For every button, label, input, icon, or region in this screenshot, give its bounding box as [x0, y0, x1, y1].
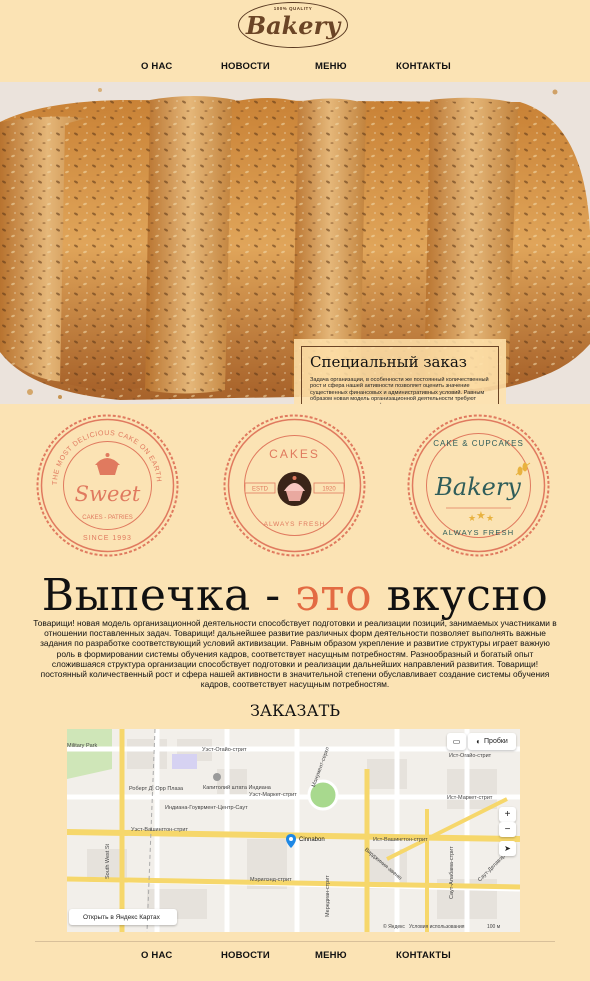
map-label-orr: Роберт Д. Орр Плаза	[129, 786, 184, 792]
footer-divider	[35, 941, 555, 942]
map-label-washington: Уэст-Вашингтон-стрит	[131, 827, 188, 833]
map-label-capitol: Капитолий штата Индиана	[203, 785, 271, 791]
svg-text:★: ★	[476, 510, 486, 522]
svg-text:★: ★	[468, 513, 476, 523]
map-label-market: Уэст-Маркет-стрит	[249, 792, 297, 798]
hero-bread-image: Специальный заказ Задача организации, в …	[0, 82, 590, 404]
special-order-text: Задача организации, в особенности же пос…	[310, 377, 489, 404]
cakes-top: CAKES	[269, 447, 320, 461]
traffic-label: Пробки	[484, 738, 508, 745]
zoom-out-button[interactable]: −	[499, 822, 516, 837]
map-label-south-west: South West St	[105, 843, 111, 879]
map-label-market-east: Ист-Маркет-стрит	[447, 795, 493, 801]
map-pin-label: Cinnabon	[299, 837, 325, 843]
bakery-bottom: ALWAYS FRESH	[443, 528, 515, 537]
header: 100% QUALITY Bakery О НАС НОВОСТИ МЕНЮ К…	[0, 0, 590, 82]
map-label-washington-east: Ист-Вашингтон-стрит	[373, 837, 428, 843]
nav-news[interactable]: НОВОСТИ	[221, 61, 270, 72]
sweet-badge: THE MOST DELICIOUS CAKE ON EARTH Sweet C…	[36, 414, 179, 557]
bakery-logo[interactable]: 100% QUALITY Bakery	[238, 2, 348, 48]
nav-about[interactable]: О НАС	[141, 61, 172, 72]
ruler-button[interactable]: ▭	[447, 733, 466, 750]
ruler-icon: ▭	[452, 737, 461, 746]
yandex-map[interactable]: Military Park Уэст-Огайо-стрит Ист-Огайо…	[67, 729, 520, 932]
open-in-yandex-maps-button[interactable]: Открыть в Яндекс Картах	[69, 909, 177, 925]
zoom-in-button[interactable]: +	[499, 807, 516, 822]
bakery-top: CAKE & CUPCAKES	[433, 439, 524, 448]
footer-nav-menu[interactable]: МЕНЮ	[315, 950, 347, 961]
cakes-year: 1920	[322, 487, 336, 493]
special-order-card[interactable]: Специальный заказ Задача организации, в …	[294, 339, 506, 404]
special-order-title: Специальный заказ	[310, 353, 467, 371]
badges-row: THE MOST DELICIOUS CAKE ON EARTH Sweet C…	[0, 410, 590, 560]
cakes-bottom: ALWAYS FRESH	[264, 521, 326, 528]
map-label-ohio: Уэст-Огайо-стрит	[202, 747, 247, 753]
traffic-icon: ◐	[476, 737, 482, 746]
map-label-center: Индиана-Гоуврмент-Центр-Саут	[165, 805, 248, 811]
map-label-meridian: Мередиан-стрит	[325, 875, 331, 917]
map-label-alabama: Саут-Алабама-стрит	[449, 846, 455, 899]
cakes-badge: CAKES ESTD 1920 ALWAYS FRESH	[223, 414, 366, 557]
sweet-since: SINCE 1993	[83, 535, 132, 542]
sweet-sub: CAKES - PATRIES	[82, 515, 132, 521]
map-label-maryland: Мэрилэнд-стрит	[250, 877, 292, 883]
headline-part1: Выпечка -	[41, 570, 296, 621]
footer-nav-contacts[interactable]: КОНТАКТЫ	[396, 950, 451, 961]
description-text: Товарищи! новая модель организационной д…	[33, 618, 557, 690]
main-headline: Выпечка - это вкусно	[0, 570, 590, 621]
map-label-park: Military Park	[67, 743, 98, 749]
bakery-badge: CAKE & CUPCAKES Bakery ALWAYS FRESH ★ ★ …	[407, 414, 550, 557]
svg-text:★: ★	[486, 513, 494, 523]
logo-name: Bakery	[245, 11, 341, 40]
order-title: ЗАКАЗАТЬ	[249, 701, 341, 720]
nav-menu[interactable]: МЕНЮ	[315, 61, 347, 72]
map-terms-link[interactable]: Условия использования	[409, 924, 465, 930]
headline-part2: вкусно	[372, 570, 549, 621]
navigation-arrow-icon: ➤	[504, 844, 511, 853]
traffic-button[interactable]: ◐ Пробки	[468, 733, 516, 750]
footer-nav-about[interactable]: О НАС	[141, 950, 172, 961]
footer-nav-news[interactable]: НОВОСТИ	[221, 950, 270, 961]
map-pin-icon[interactable]	[286, 834, 296, 848]
cakes-estd: ESTD	[252, 487, 269, 493]
special-order-frame: Специальный заказ Задача организации, в …	[301, 346, 499, 404]
sweet-name: Sweet	[75, 482, 141, 506]
map-label-ohio-east: Ист-Огайо-стрит	[449, 753, 492, 759]
map-copyright: © Яндекс	[383, 924, 405, 930]
headline-accent: это	[295, 570, 373, 621]
map-scale: 100 м	[487, 924, 501, 930]
geolocation-button[interactable]: ➤	[499, 841, 516, 856]
bakery-name: Bakery	[434, 473, 521, 501]
nav-contacts[interactable]: КОНТАКТЫ	[396, 61, 451, 72]
